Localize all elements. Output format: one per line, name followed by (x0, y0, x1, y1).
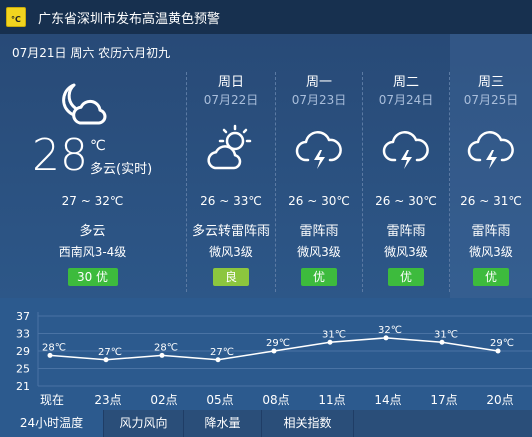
forecast-date: 07月25日 (463, 93, 519, 107)
tab-wind[interactable]: 风力风向 (104, 410, 184, 437)
forecast-aqi-badge[interactable]: 优 (301, 268, 337, 286)
temperature-point-label: 29℃ (266, 338, 290, 349)
x-tick-label: 20点 (486, 393, 513, 407)
today-condition: 多云 (79, 224, 106, 239)
temperature-point-label: 31℃ (322, 329, 346, 340)
alert-bar[interactable]: °C 广东省深圳市发布高温黄色预警 (0, 0, 532, 34)
tab-precipitation[interactable]: 降水量 (184, 410, 262, 437)
tab-indices[interactable]: 相关指数 (262, 410, 354, 437)
y-tick-label: 25 (16, 363, 30, 376)
forecast-aqi-badge[interactable]: 良 (213, 268, 249, 286)
y-tick-label: 29 (16, 345, 30, 358)
forecast-temp-range: 26 ~ 33℃ (200, 194, 262, 208)
high-temperature-alert-icon: °C (6, 7, 26, 27)
forecast-aqi-badge[interactable]: 优 (388, 268, 424, 286)
thunderstorm-icon (467, 131, 514, 169)
temperature-point-label: 31℃ (434, 329, 458, 340)
chart-tabs: 24小时温度 风力风向 降水量 相关指数 (0, 410, 532, 437)
forecast-wind: 微风3级 (384, 245, 428, 259)
x-tick-label: 11点 (318, 393, 345, 407)
temperature-point (215, 357, 221, 363)
today-aqi-badge[interactable]: 30 优 (67, 268, 118, 286)
forecast-day-of-week: 周日 (217, 75, 244, 90)
x-tick-label: 现在 (40, 393, 64, 407)
hourly-temperature-chart: 37 33 29 25 21 28℃ 27℃ 28℃ 27℃ 29℃ 31℃ 32℃ 31℃ 29℃ 现在 2… (0, 298, 532, 410)
forecast-condition: 雷阵雨 (471, 224, 511, 239)
today-wind: 西南风3-4级 (58, 245, 127, 259)
thunderstorm-icon (382, 131, 429, 169)
current-condition: 多云(实时) (90, 162, 153, 177)
temperature-point-label: 29℃ (490, 338, 514, 349)
forecast-condition: 多云转雷阵雨 (191, 224, 270, 239)
forecast-condition: 雷阵雨 (386, 224, 426, 239)
temperature-point (327, 339, 333, 345)
forecast-day[interactable]: 周三 07月25日 26 ~ 31℃ 雷阵雨 微风3级 优 (450, 34, 532, 298)
temperature-point (383, 335, 389, 341)
x-tick-label: 02点 (150, 393, 177, 407)
temperature-point-label: 28℃ (154, 342, 178, 353)
temperature-point-label: 28℃ (42, 342, 66, 353)
x-tick-label: 17点 (430, 393, 457, 407)
forecast-temp-range: 26 ~ 30℃ (375, 194, 437, 208)
x-tick-label: 08点 (262, 393, 289, 407)
forecast-date: 07月24日 (378, 93, 434, 107)
x-tick-label: 23点 (94, 393, 121, 407)
temperature-point (495, 348, 501, 354)
forecast-day-of-week: 周二 (392, 75, 419, 90)
today-column: 28 ℃ 多云(实时) 27 ~ 32℃ 多云 西南风3-4级 30 优 (0, 34, 185, 298)
forecast-condition: 雷阵雨 (299, 224, 339, 239)
forecast-day-of-week: 周三 (477, 75, 504, 90)
y-tick-label: 33 (16, 328, 30, 341)
temperature-point-label: 27℃ (98, 347, 122, 358)
tab-24h-temperature[interactable]: 24小时温度 (0, 410, 104, 437)
forecast-day[interactable]: 周日 07月22日 26 ~ 33℃ 多云转雷阵雨 微风3级 良 (187, 34, 275, 298)
temperature-point-label: 27℃ (210, 347, 234, 358)
current-temperature: 28 (32, 130, 88, 181)
x-tick-label: 14点 (374, 393, 401, 407)
thunderstorm-icon (295, 131, 342, 169)
forecast-day[interactable]: 周一 07月23日 26 ~ 30℃ 雷阵雨 微风3级 优 (276, 34, 362, 298)
temperature-unit: ℃ (90, 138, 106, 154)
forecast-temp-range: 26 ~ 31℃ (460, 194, 522, 208)
forecast-date: 07月23日 (291, 93, 347, 107)
temperature-point (439, 339, 445, 345)
alert-text[interactable]: 广东省深圳市发布高温黄色预警 (38, 8, 220, 27)
y-tick-label: 21 (16, 380, 30, 393)
temperature-point (271, 348, 277, 354)
forecast-aqi-badge[interactable]: 优 (473, 268, 509, 286)
night-partly-cloudy-icon (62, 83, 107, 125)
forecast-temp-range: 26 ~ 30℃ (288, 194, 350, 208)
temperature-point-label: 32℃ (378, 325, 402, 336)
weather-panel: 07月21日 周六 农历六月初九 28 ℃ 多云(实时) 27 ~ 32℃ 多云… (0, 34, 532, 298)
temperature-point (47, 352, 53, 358)
partly-cloudy-sun-icon (207, 124, 252, 170)
forecast-day-of-week: 周一 (305, 75, 332, 90)
forecast-wind: 微风3级 (297, 245, 341, 259)
forecast-date: 07月22日 (203, 93, 259, 107)
forecast-wind: 微风3级 (209, 245, 253, 259)
x-tick-label: 05点 (206, 393, 233, 407)
hourly-temperature-svg: 37 33 29 25 21 28℃ 27℃ 28℃ 27℃ 29℃ 31℃ 32℃ 31℃ 29℃ 现在 2… (16, 310, 532, 407)
alert-icon-text: °C (11, 15, 21, 24)
y-tick-label: 37 (16, 310, 30, 323)
today-temp-range: 27 ~ 32℃ (61, 194, 124, 208)
temperature-point (159, 352, 165, 358)
forecast-wind: 微风3级 (469, 245, 513, 259)
temperature-point (103, 357, 109, 363)
forecast-day[interactable]: 周二 07月24日 26 ~ 30℃ 雷阵雨 微风3级 优 (363, 34, 449, 298)
